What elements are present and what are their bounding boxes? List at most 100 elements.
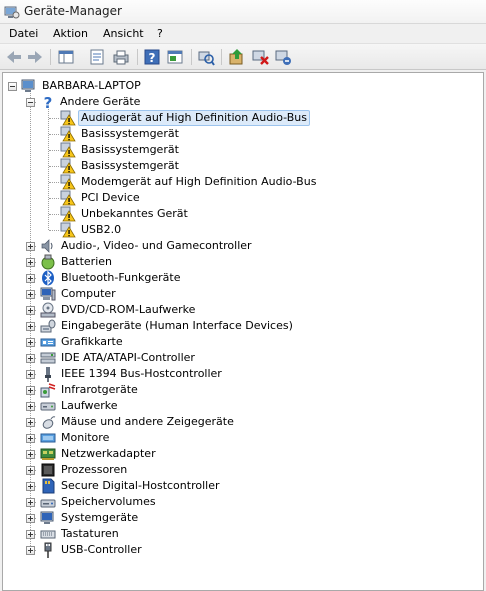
tree-category-infrarot[interactable]: Infrarotgeräte — [3, 382, 483, 398]
toolbar-separator — [137, 49, 138, 65]
toolbar: ? — [0, 44, 486, 70]
tree-category-speichervolumes[interactable]: Speichervolumes — [3, 494, 483, 510]
expand-icon[interactable] — [26, 290, 35, 299]
expand-icon[interactable] — [26, 450, 35, 459]
speaker-icon — [40, 238, 56, 254]
network-adapter-icon — [40, 446, 56, 462]
expand-icon[interactable] — [26, 338, 35, 347]
tree-category-tastaturen[interactable]: Tastaturen — [3, 526, 483, 542]
toolbar-separator — [221, 49, 222, 65]
expand-icon[interactable] — [26, 370, 35, 379]
tree-category-monitore[interactable]: Monitore — [3, 430, 483, 446]
expand-icon[interactable] — [26, 498, 35, 507]
device-tree[interactable]: BARBARA-LAPTOP ? Andere Geräte Audiogerä… — [2, 72, 484, 591]
tree-device-item[interactable]: Basissystemgerät — [3, 142, 483, 158]
expand-icon[interactable] — [26, 386, 35, 395]
tree-category-hid[interactable]: Eingabegeräte (Human Interface Devices) — [3, 318, 483, 334]
show-tree-icon[interactable] — [57, 48, 75, 66]
tree-category-maeuse[interactable]: Mäuse und andere Zeigegeräte — [3, 414, 483, 430]
tree-device-item[interactable]: Audiogerät auf High Definition Audio-Bus — [3, 110, 483, 126]
warning-device-icon — [60, 126, 76, 142]
tree-category-ide[interactable]: IDE ATA/ATAPI-Controller — [3, 350, 483, 366]
tree-root[interactable]: BARBARA-LAPTOP — [3, 78, 483, 94]
device-label: Basissystemgerät — [81, 127, 179, 140]
category-label: Mäuse und andere Zeigegeräte — [61, 415, 234, 428]
forward-icon[interactable] — [26, 48, 44, 66]
tree-device-item[interactable]: PCI Device — [3, 190, 483, 206]
tree-device-item[interactable]: Basissystemgerät — [3, 126, 483, 142]
tree-category-sd[interactable]: Secure Digital-Hostcontroller — [3, 478, 483, 494]
expand-icon[interactable] — [26, 402, 35, 411]
menu-aktion[interactable]: Aktion — [53, 27, 88, 40]
tree-category-bluetooth[interactable]: Bluetooth-Funkgeräte — [3, 270, 483, 286]
tree-category-label: Andere Geräte — [60, 95, 141, 108]
category-label: Laufwerke — [61, 399, 118, 412]
menu-datei[interactable]: Datei — [9, 27, 38, 40]
scan-hardware-icon[interactable] — [197, 48, 215, 66]
tree-guide-line — [49, 230, 59, 232]
expand-icon[interactable] — [26, 258, 35, 267]
update-driver-icon[interactable] — [228, 48, 246, 66]
expand-icon[interactable] — [26, 242, 35, 251]
toolbar-separator — [191, 49, 192, 65]
processor-icon — [40, 462, 56, 478]
tree-guide-line — [49, 118, 59, 120]
expand-icon[interactable] — [26, 514, 35, 523]
infrared-icon — [40, 382, 56, 398]
tree-category-audio[interactable]: Audio-, Video- und Gamecontroller — [3, 238, 483, 254]
expand-icon[interactable] — [26, 466, 35, 475]
expand-icon[interactable] — [26, 306, 35, 315]
properties-icon[interactable] — [88, 48, 106, 66]
selected-device-label: Audiogerät auf High Definition Audio-Bus — [78, 110, 311, 126]
expand-icon[interactable] — [26, 354, 35, 363]
firewire-icon — [40, 366, 56, 382]
tree-root-label: BARBARA-LAPTOP — [42, 79, 141, 92]
tree-category-systemgeraete[interactable]: Systemgeräte — [3, 510, 483, 526]
category-label: DVD/CD-ROM-Laufwerke — [61, 303, 196, 316]
print-icon[interactable] — [112, 48, 130, 66]
tree-category-dvd[interactable]: DVD/CD-ROM-Laufwerke — [3, 302, 483, 318]
title-bar: Geräte-Manager — [0, 0, 486, 24]
uninstall-device-icon[interactable] — [274, 48, 292, 66]
menu-help[interactable]: ? — [157, 27, 163, 40]
tree-device-item[interactable]: USB2.0 — [3, 222, 483, 238]
category-label: IDE ATA/ATAPI-Controller — [61, 351, 195, 364]
category-label: USB-Controller — [61, 543, 142, 556]
menu-ansicht[interactable]: Ansicht — [103, 27, 144, 40]
expand-icon[interactable] — [26, 530, 35, 539]
toolbar-separator — [50, 49, 51, 65]
category-label: Tastaturen — [61, 527, 119, 540]
expand-icon[interactable] — [26, 482, 35, 491]
category-label: Prozessoren — [61, 463, 128, 476]
hid-icon — [40, 318, 56, 334]
tree-device-item[interactable]: Modemgerät auf High Definition Audio-Bus — [3, 174, 483, 190]
action-pane-icon[interactable] — [166, 48, 184, 66]
usb-icon — [40, 542, 56, 558]
tree-device-item[interactable]: Basissystemgerät — [3, 158, 483, 174]
tree-category-ieee1394[interactable]: IEEE 1394 Bus-Hostcontroller — [3, 366, 483, 382]
help-icon[interactable]: ? — [143, 48, 161, 66]
collapse-icon[interactable] — [26, 98, 35, 107]
tree-category-usb[interactable]: USB-Controller — [3, 542, 483, 558]
warning-device-icon — [60, 190, 76, 206]
expand-icon[interactable] — [26, 434, 35, 443]
expand-icon[interactable] — [26, 546, 35, 555]
tree-category-netzwerk[interactable]: Netzwerkadapter — [3, 446, 483, 462]
disable-device-icon[interactable] — [251, 48, 269, 66]
tree-category-grafikkarte[interactable]: Grafikkarte — [3, 334, 483, 350]
expand-icon[interactable] — [26, 418, 35, 427]
tree-device-item[interactable]: Unbekanntes Gerät — [3, 206, 483, 222]
expand-icon[interactable] — [26, 322, 35, 331]
computer-icon — [21, 78, 37, 94]
bluetooth-icon — [40, 270, 56, 286]
tree-category-computer[interactable]: Computer — [3, 286, 483, 302]
category-label: Batterien — [61, 255, 112, 268]
tree-category-laufwerke[interactable]: Laufwerke — [3, 398, 483, 414]
back-icon[interactable] — [5, 48, 23, 66]
expand-icon[interactable] — [26, 274, 35, 283]
menu-bar: Datei Aktion Ansicht ? — [0, 24, 486, 44]
collapse-icon[interactable] — [8, 82, 17, 91]
tree-category-prozessoren[interactable]: Prozessoren — [3, 462, 483, 478]
tree-category-batterien[interactable]: Batterien — [3, 254, 483, 270]
tree-category-andere-geraete[interactable]: ? Andere Geräte — [3, 94, 483, 110]
